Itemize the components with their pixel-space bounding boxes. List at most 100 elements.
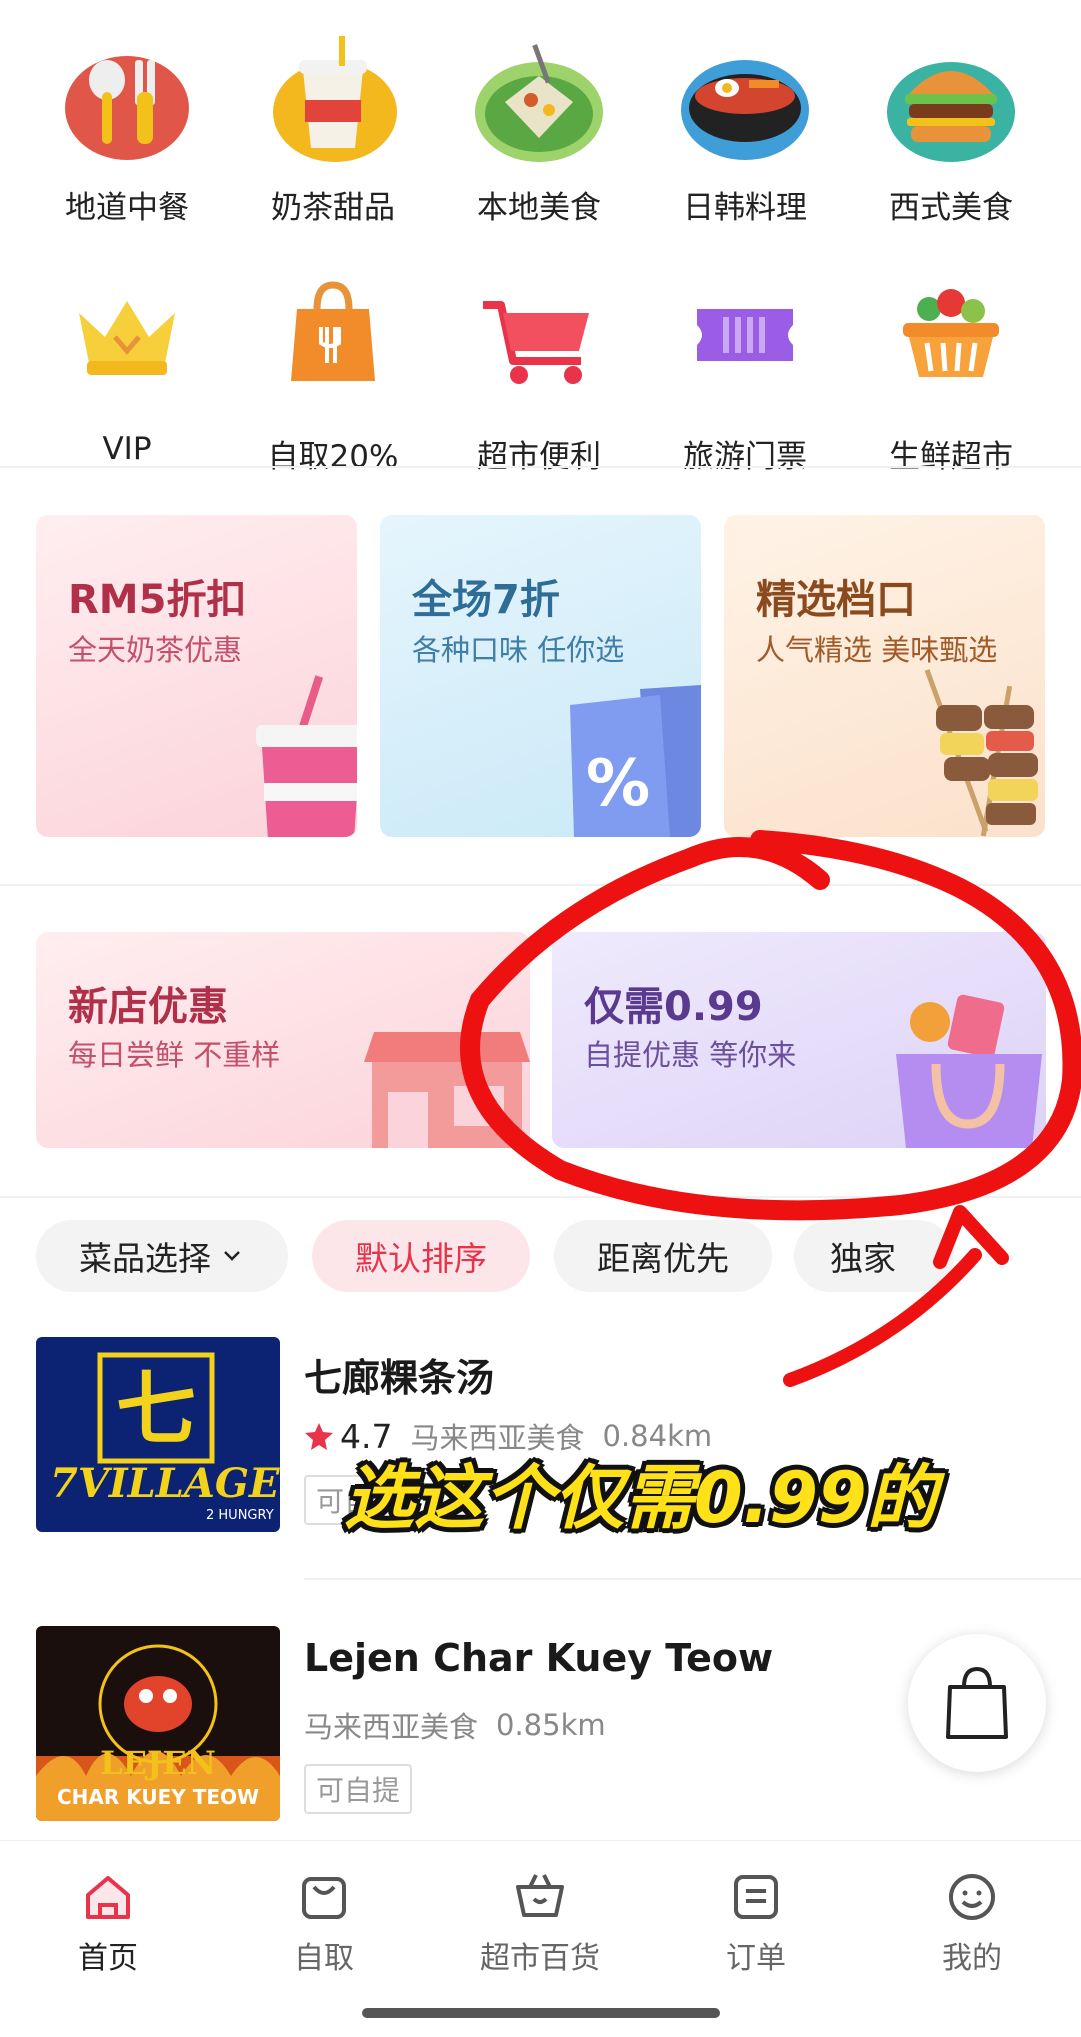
promo-title: RM5折扣 — [68, 577, 247, 623]
filter-chips: 菜品选择 默认排序 距离优先 独家 — [36, 1220, 1081, 1292]
promo-card-only-0-99[interactable]: 仅需0.99 自提优惠 等你来 — [552, 932, 1046, 1148]
chevron-down-icon — [224, 1251, 240, 1261]
category-supermarket[interactable]: 超市便利 — [436, 265, 642, 476]
category-local-food[interactable]: 本地美食 — [436, 30, 642, 227]
category-label: VIP — [102, 431, 152, 467]
star-icon — [305, 1423, 333, 1450]
shop-logo-7village: 七 7VILLAGE 2 HUNGRY — [36, 1337, 280, 1532]
filter-distance-first[interactable]: 距离优先 — [554, 1220, 772, 1292]
local-food-icon — [469, 30, 609, 170]
nav-label: 超市百货 — [480, 1941, 600, 1976]
basket-icon — [512, 1869, 568, 1925]
promo-subtitle: 各种口味 任你选 — [412, 633, 625, 667]
svg-text:LEJEN: LEJEN — [100, 1744, 216, 1782]
category-label: 奶茶甜品 — [271, 190, 395, 226]
chip-label: 默认排序 — [355, 1239, 487, 1278]
section-divider — [0, 1196, 1081, 1198]
chip-label: 独家 — [830, 1239, 896, 1278]
shop-meta: 马来西亚美食 0.85km — [304, 1704, 606, 1746]
svg-text:CHAR KUEY TEOW: CHAR KUEY TEOW — [57, 1785, 259, 1809]
storefront-icon — [364, 1032, 530, 1148]
filter-default-sort[interactable]: 默认排序 — [312, 1220, 530, 1292]
promo-card-milk-tea-discount[interactable]: RM5折扣 全天奶茶优惠 — [36, 515, 357, 837]
burger-icon — [881, 30, 1021, 170]
promo-subtitle: 人气精选 美味甄选 — [756, 633, 998, 667]
svg-text:2 HUNGRY: 2 HUNGRY — [206, 1508, 274, 1523]
nav-pickup[interactable]: 自取 — [216, 1869, 432, 1977]
category-milk-tea[interactable]: 奶茶甜品 — [230, 30, 436, 227]
promo-title: 仅需0.99 — [584, 984, 763, 1030]
chip-label: 距离优先 — [597, 1239, 729, 1278]
nav-label: 首页 — [78, 1941, 138, 1976]
pickup-icon — [296, 1869, 352, 1925]
annotation-caption: 选这个仅需0.99的 — [344, 1457, 937, 1539]
nav-supermarket[interactable]: 超市百货 — [432, 1869, 648, 1977]
category-label: 本地美食 — [477, 190, 601, 226]
fresh-basket-icon — [881, 265, 1021, 405]
nav-profile[interactable]: 我的 — [864, 1869, 1080, 1977]
floating-cart-button[interactable] — [908, 1634, 1046, 1772]
nav-orders[interactable]: 订单 — [648, 1869, 864, 1977]
nav-home[interactable]: 首页 — [0, 1869, 216, 1977]
category-label: 地道中餐 — [65, 190, 189, 226]
category-label: 日韩料理 — [683, 190, 807, 226]
section-divider — [0, 884, 1081, 886]
promo-card-selected-stalls[interactable]: 精选档口 人气精选 美味甄选 — [724, 515, 1045, 837]
section-divider — [0, 466, 1081, 468]
home-indicator — [362, 2008, 720, 2018]
promo-title: 精选档口 — [756, 577, 916, 623]
shopping-bag-icon — [896, 994, 1042, 1148]
category-row-2: VIP 自取20% 超市便利 旅游门票 生鲜超市 — [0, 265, 1081, 475]
category-western-food[interactable]: 西式美食 — [848, 30, 1054, 227]
svg-text:7VILLAGE: 7VILLAGE — [50, 1460, 280, 1507]
promo-subtitle: 每日尝鲜 不重样 — [68, 1038, 281, 1072]
japanese-korean-food-icon — [675, 30, 815, 170]
category-pickup-20[interactable]: 自取20% — [230, 265, 436, 476]
category-label: 自取20% — [267, 439, 399, 475]
list-divider — [304, 1578, 1081, 1580]
svg-text:七: 七 — [116, 1362, 196, 1456]
promo-subtitle: 全天奶茶优惠 — [68, 633, 243, 667]
promo-card-new-store[interactable]: 新店优惠 每日尝鲜 不重样 — [36, 932, 530, 1148]
shop-name: 七廊粿条汤 — [304, 1356, 495, 1400]
category-label: 西式美食 — [889, 190, 1013, 226]
ticket-icon — [675, 265, 815, 405]
promo-subtitle: 自提优惠 等你来 — [584, 1038, 797, 1072]
category-chinese-food[interactable]: 地道中餐 — [24, 30, 230, 227]
skewer-icon — [924, 669, 1038, 837]
pickup-bag-icon — [263, 265, 403, 405]
drink-cup-icon — [256, 675, 357, 837]
shop-name: Lejen Char Kuey Teow — [304, 1636, 774, 1680]
category-row-1: 地道中餐 奶茶甜品 本地美食 日韩料理 西式美食 — [0, 30, 1081, 230]
shopping-bag-icon — [946, 1666, 1008, 1739]
category-label: 超市便利 — [477, 439, 601, 475]
nav-label: 我的 — [942, 1941, 1002, 1976]
order-icon — [728, 1869, 784, 1925]
profile-icon — [944, 1869, 1000, 1925]
category-label: 旅游门票 — [683, 439, 807, 475]
promo-title: 全场7折 — [412, 577, 560, 623]
promo-title: 新店优惠 — [68, 984, 228, 1030]
nav-label: 自取 — [294, 1941, 354, 1976]
promo-card-30-off[interactable]: 全场7折 各种口味 任你选 % — [380, 515, 701, 837]
discount-coupon-icon: % — [570, 685, 701, 837]
filter-exclusive[interactable]: 独家 — [794, 1220, 954, 1292]
chinese-food-icon — [57, 30, 197, 170]
home-icon — [80, 1869, 136, 1925]
crown-icon — [57, 265, 197, 405]
shopping-cart-icon — [469, 265, 609, 405]
svg-text:%: % — [586, 747, 650, 821]
filter-dish-select[interactable]: 菜品选择 — [36, 1220, 288, 1292]
shop-cuisine: 马来西亚美食 — [304, 1710, 479, 1744]
nav-label: 订单 — [726, 1941, 786, 1976]
category-japanese-korean[interactable]: 日韩料理 — [642, 30, 848, 227]
milk-tea-icon — [263, 30, 403, 170]
category-label: 生鲜超市 — [889, 439, 1013, 475]
category-travel-tickets[interactable]: 旅游门票 — [642, 265, 848, 476]
shop-distance: 0.85km — [496, 1708, 606, 1742]
pickup-badge: 可自提 — [304, 1764, 413, 1814]
category-fresh-market[interactable]: 生鲜超市 — [848, 265, 1054, 476]
shop-logo-lejen: LEJEN CHAR KUEY TEOW — [36, 1626, 280, 1821]
category-vip[interactable]: VIP — [24, 265, 230, 467]
chip-label: 菜品选择 — [79, 1239, 211, 1278]
